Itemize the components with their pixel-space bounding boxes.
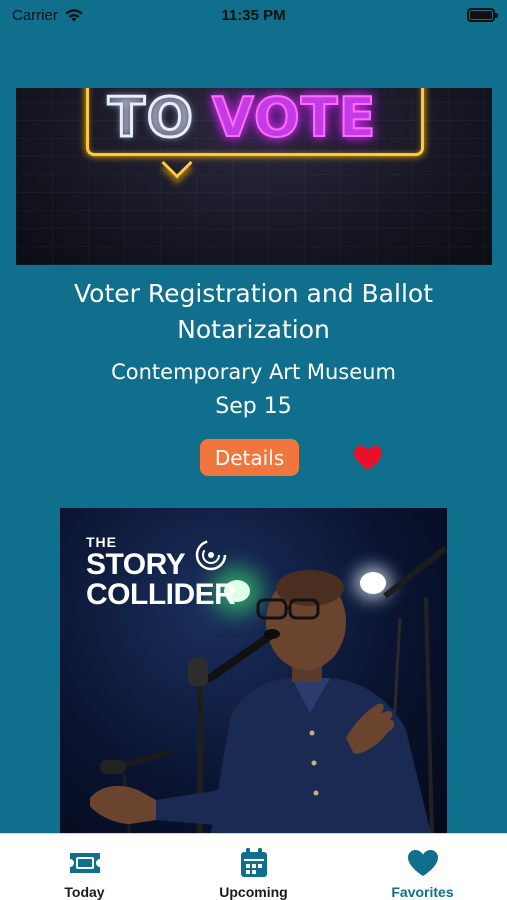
event-list[interactable]: TO VOTE Voter Registration and Ballot No… xyxy=(0,88,507,833)
logo-line-collider: COLLIDER xyxy=(86,578,236,611)
heart-icon xyxy=(407,850,438,876)
neon-text-vote: VOTE xyxy=(211,88,377,150)
favorite-heart-icon[interactable] xyxy=(353,445,383,471)
event-image[interactable]: TO VOTE xyxy=(16,88,492,265)
tab-today[interactable]: Today xyxy=(0,834,169,900)
wifi-icon xyxy=(65,8,83,21)
details-button[interactable]: Details xyxy=(200,439,299,476)
calendar-icon xyxy=(240,848,267,877)
event-venue: Contemporary Art Museum xyxy=(111,360,396,384)
ticket-icon xyxy=(69,853,100,873)
neon-text-to: TO xyxy=(107,88,195,151)
tab-favorites[interactable]: Favorites xyxy=(338,834,507,900)
tab-label: Favorites xyxy=(391,884,454,900)
status-bar: Carrier 11:35 PM xyxy=(0,0,507,30)
status-left: Carrier xyxy=(12,7,84,24)
tab-label: Today xyxy=(64,884,105,900)
carrier-label: Carrier xyxy=(12,6,58,24)
tab-bar: Today Upcoming Favorites xyxy=(0,833,507,900)
event-date: Sep 15 xyxy=(215,394,292,419)
event-title: Voter Registration and Ballot Notarizati… xyxy=(73,279,433,344)
event-image[interactable]: THE STORY COLLIDER xyxy=(60,508,447,833)
tab-label: Upcoming xyxy=(219,884,288,900)
story-collider-logo: THE STORY COLLIDER xyxy=(86,534,236,611)
battery-icon xyxy=(467,8,498,22)
tab-upcoming[interactable]: Upcoming xyxy=(169,834,338,900)
swirl-icon xyxy=(195,539,227,571)
